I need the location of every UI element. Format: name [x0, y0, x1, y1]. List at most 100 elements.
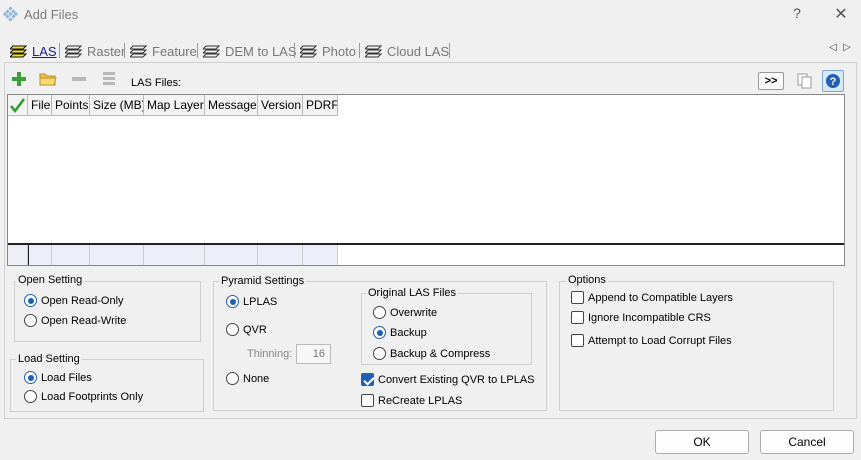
append-compatible-checkbox[interactable]: Append to Compatible Layers: [571, 291, 733, 304]
grid-header: File Points Size (MB) Map Layer Message …: [8, 95, 338, 116]
option-label: LPLAS: [243, 295, 278, 308]
copy-icon[interactable]: [796, 72, 814, 90]
radio-indicator: [373, 347, 386, 360]
backup-radio[interactable]: Backup: [373, 326, 427, 339]
grid-footer: [8, 243, 844, 265]
folder-icon: [39, 73, 57, 86]
help-icon: ?: [826, 74, 840, 88]
radio-indicator: [24, 294, 37, 307]
tab-scroll-right-icon[interactable]: ▷: [843, 42, 851, 53]
open-read-write-radio[interactable]: Open Read-Write: [24, 314, 126, 327]
option-label: None: [243, 372, 270, 385]
add-file-button[interactable]: [8, 68, 30, 90]
remove-file-button[interactable]: [68, 68, 90, 90]
thinning-input[interactable]: 16: [296, 344, 331, 364]
tab-label: DEM to LAS: [225, 43, 297, 59]
column-header[interactable]: Size (MB): [90, 95, 144, 116]
checkbox-indicator: [571, 311, 584, 324]
photo-tab-icon: [300, 45, 317, 58]
close-button[interactable]: ✕: [832, 4, 850, 24]
load-files-radio[interactable]: Load Files: [24, 371, 92, 384]
none-radio[interactable]: None: [226, 372, 269, 385]
radio-indicator: [24, 314, 37, 327]
cloud-las-tab-icon: [365, 45, 382, 58]
radio-indicator: [24, 371, 37, 384]
tab-photo[interactable]: Photo: [296, 40, 356, 62]
checkbox-indicator: [361, 394, 374, 407]
checkbox-indicator: [571, 334, 584, 347]
app-icon: [3, 6, 19, 22]
ignore-crs-checkbox[interactable]: Ignore Incompatible CRS: [571, 311, 711, 324]
ok-button[interactable]: OK: [655, 430, 749, 454]
radio-indicator: [226, 372, 239, 385]
backup-compress-radio[interactable]: Backup & Compress: [373, 347, 490, 360]
column-header[interactable]: File: [28, 95, 52, 116]
tab-divider: [59, 43, 60, 58]
load-footprints-radio[interactable]: Load Footprints Only: [24, 390, 143, 403]
checkmark-icon: [10, 98, 25, 114]
option-label: Load Footprints Only: [41, 390, 144, 403]
window-title: Add Files: [24, 7, 79, 22]
tab-divider: [197, 43, 198, 58]
radio-indicator: [226, 295, 239, 308]
radio-indicator: [24, 390, 37, 403]
more-button[interactable]: >>: [758, 72, 784, 90]
las-tab-icon: [10, 45, 27, 58]
title-bar: Add Files ? ✕: [0, 0, 861, 28]
select-all-column[interactable]: [8, 95, 28, 116]
tab-label: Photo: [322, 43, 356, 59]
tab-label: Cloud LAS: [387, 43, 450, 59]
open-folder-button[interactable]: [37, 68, 59, 90]
original-las-files-title: Original LAS Files: [366, 287, 459, 299]
recreate-lplas-checkbox[interactable]: ReCreate LPLAS: [361, 394, 462, 407]
option-label: Append to Compatible Layers: [588, 291, 733, 304]
lplas-radio[interactable]: LPLAS: [226, 295, 277, 308]
column-header[interactable]: Points: [52, 95, 90, 116]
qvr-radio[interactable]: QVR: [226, 323, 267, 336]
option-label: Convert Existing QVR to LPLAS: [378, 373, 535, 386]
option-label: Overwrite: [390, 306, 438, 319]
help-title-button[interactable]: ?: [790, 5, 804, 21]
las-files-label: LAS Files:: [131, 77, 182, 89]
tab-label: LAS: [32, 43, 57, 59]
remove-all-icon: [103, 72, 115, 85]
option-label: Open Read-Only: [41, 294, 124, 307]
minus-icon: [72, 77, 86, 81]
load-setting-group: [10, 359, 204, 412]
tab-raster[interactable]: Raster: [61, 40, 125, 62]
raster-tab-icon: [65, 45, 82, 58]
tab-las[interactable]: LAS: [6, 40, 57, 62]
checkbox-indicator: [361, 373, 374, 386]
tab-feature[interactable]: Feature: [126, 40, 197, 62]
plus-icon: [12, 72, 26, 86]
option-label: Backup: [390, 326, 427, 339]
option-label: ReCreate LPLAS: [378, 394, 463, 407]
option-label: Ignore Incompatible CRS: [588, 311, 711, 324]
load-corrupt-checkbox[interactable]: Attempt to Load Corrupt Files: [571, 334, 732, 347]
option-label: QVR: [243, 323, 267, 336]
help-button[interactable]: ?: [822, 70, 844, 92]
checkbox-indicator: [571, 291, 584, 304]
tab-scroll-left-icon[interactable]: ◁: [829, 42, 837, 53]
thinning-label: Thinning:: [247, 348, 293, 360]
convert-qvr-checkbox[interactable]: Convert Existing QVR to LPLAS: [361, 373, 535, 386]
tab-divider: [124, 43, 125, 58]
tab-divider: [294, 43, 295, 58]
option-label: Attempt to Load Corrupt Files: [588, 334, 732, 347]
column-header[interactable]: Version: [258, 95, 303, 116]
las-files-grid[interactable]: File Points Size (MB) Map Layer Message …: [7, 94, 845, 266]
cancel-button[interactable]: Cancel: [760, 430, 854, 454]
tab-divider: [359, 43, 360, 58]
column-header[interactable]: Map Layer: [144, 95, 205, 116]
overwrite-radio[interactable]: Overwrite: [373, 306, 437, 319]
open-read-only-radio[interactable]: Open Read-Only: [24, 294, 124, 307]
remove-all-button[interactable]: [98, 68, 120, 90]
options-title: Options: [566, 274, 608, 286]
radio-indicator: [373, 326, 386, 339]
column-header[interactable]: PDRF: [303, 95, 338, 116]
tab-dem-to-las[interactable]: DEM to LAS: [199, 40, 297, 62]
dem-tab-icon: [203, 45, 220, 58]
column-header[interactable]: Message: [205, 95, 258, 116]
tab-cloud-las[interactable]: Cloud LAS: [361, 40, 449, 62]
option-label: Open Read-Write: [41, 314, 127, 327]
